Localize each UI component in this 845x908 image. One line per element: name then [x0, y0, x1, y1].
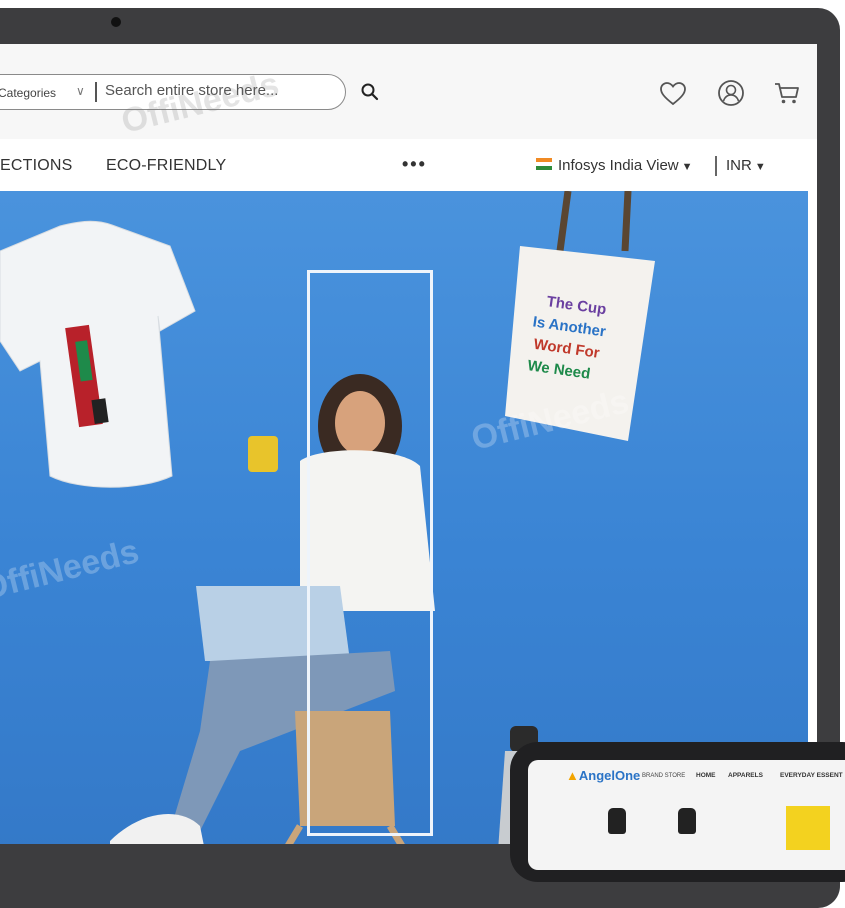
- brand-triangle-icon: ▲: [566, 768, 579, 783]
- hero-frame-outline: [307, 270, 433, 836]
- heart-icon[interactable]: [659, 80, 687, 108]
- nav-item-collections[interactable]: ECTIONS: [0, 157, 73, 175]
- webcam: [111, 17, 121, 27]
- chevron-down-icon: ▼: [681, 161, 693, 173]
- tablet-brand-subtitle: BRAND STORE: [642, 773, 686, 779]
- user-icon[interactable]: [716, 78, 746, 108]
- cart-icon[interactable]: [772, 78, 802, 108]
- tablet-brand-name: AngelOne: [578, 768, 641, 783]
- tablet-nav-everyday[interactable]: EVERYDAY ESSENT: [780, 772, 843, 779]
- tablet-nav-home[interactable]: HOME: [696, 772, 716, 779]
- store-view-label: Infosys India View: [558, 157, 679, 174]
- india-flag-icon: [536, 158, 552, 170]
- search-divider: [95, 82, 97, 102]
- more-menu-button[interactable]: •••: [402, 154, 427, 175]
- currency-select[interactable]: INR ▼: [726, 157, 766, 174]
- tablet-screen: ▲AngelOne BRAND STORE HOME APPARELS EVER…: [528, 760, 845, 870]
- store-view-select[interactable]: Infosys India View ▼: [558, 157, 693, 174]
- tablet-nav-apparels[interactable]: APPARELS: [728, 772, 763, 779]
- tablet-brand-logo[interactable]: ▲AngelOne: [566, 768, 640, 783]
- product-bottle-image[interactable]: [678, 808, 696, 834]
- chevron-down-icon[interactable]: ∨: [76, 84, 85, 98]
- nav-item-eco-friendly[interactable]: ECO-FRIENDLY: [106, 157, 226, 175]
- promo-tile[interactable]: [786, 806, 830, 850]
- search-icon[interactable]: [360, 82, 380, 102]
- currency-label: INR: [726, 157, 752, 174]
- laptop-screen: Categories ∨ Search entire store here...…: [0, 44, 817, 844]
- category-select[interactable]: Categories: [0, 86, 56, 100]
- chevron-down-icon: ▼: [754, 161, 766, 173]
- product-bottle-image[interactable]: [608, 808, 626, 834]
- tshirt-illustration: [0, 220, 196, 488]
- nav-divider: [715, 156, 717, 176]
